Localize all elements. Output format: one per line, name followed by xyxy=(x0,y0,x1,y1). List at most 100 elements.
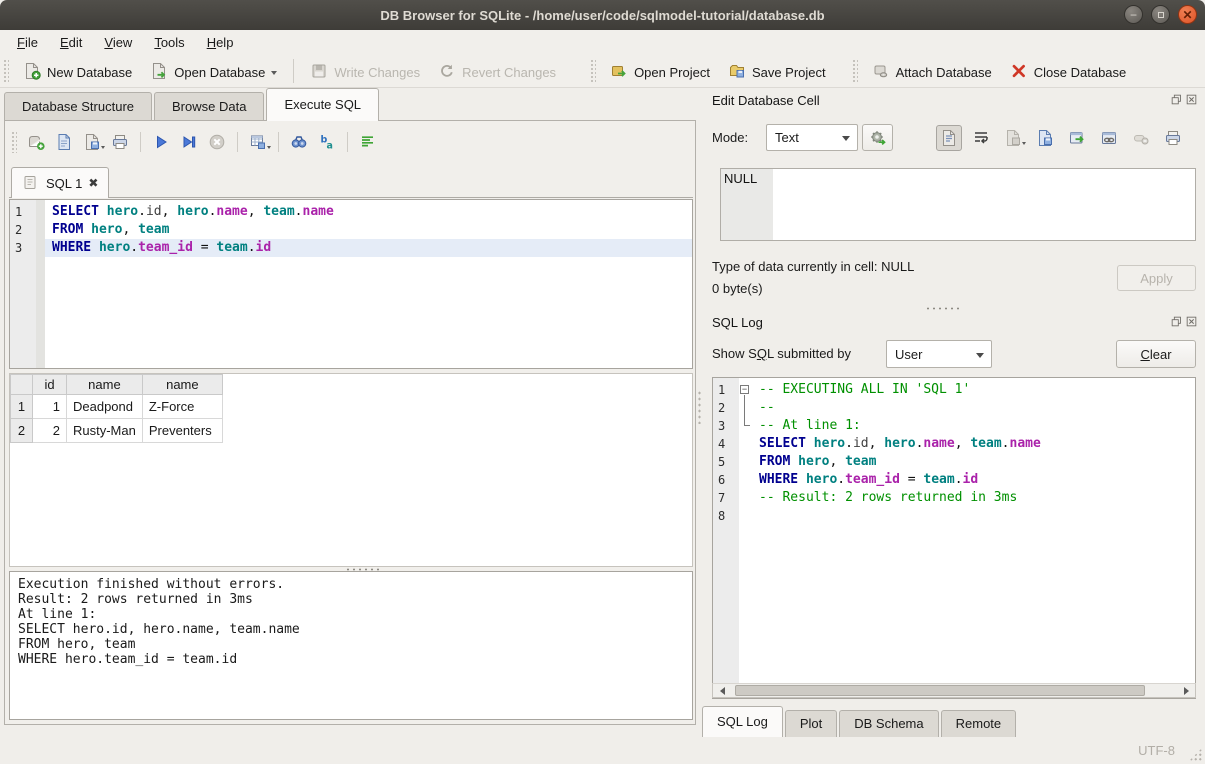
toolbar-drag-handle[interactable] xyxy=(11,131,17,153)
toolbar-drag-handle[interactable] xyxy=(852,59,858,83)
table-cell[interactable]: 1 xyxy=(33,395,67,419)
table-row[interactable]: 11DeadpondZ-Force xyxy=(11,395,223,419)
toolbar-drag-handle[interactable] xyxy=(3,59,9,83)
stop-gray-icon xyxy=(208,133,226,151)
mode-combobox[interactable]: Text xyxy=(766,124,858,151)
cell-size-info: 0 byte(s) xyxy=(712,281,763,296)
write-changes-button[interactable]: Write Changes xyxy=(301,57,429,85)
dock-tab-sql-log[interactable]: SQL Log xyxy=(702,706,783,737)
execute-all-button[interactable] xyxy=(148,129,174,155)
new-database-button[interactable]: New Database xyxy=(14,57,141,85)
minimize-button[interactable]: − xyxy=(1124,5,1143,24)
tab-execute-sql[interactable]: Execute SQL xyxy=(266,88,379,121)
export-window-icon xyxy=(1068,129,1086,147)
open-database-button[interactable]: Open Database xyxy=(141,57,286,85)
float-panel-icon[interactable] xyxy=(1170,93,1182,105)
table-cell[interactable]: Z-Force xyxy=(142,395,222,419)
menu-tools[interactable]: Tools xyxy=(143,32,195,53)
table-cell[interactable]: Preventers xyxy=(142,419,222,443)
close-panel-icon[interactable] xyxy=(1185,93,1197,105)
float-panel-icon[interactable] xyxy=(1170,315,1182,327)
close-tab-icon[interactable]: ✖ xyxy=(88,176,98,190)
corner-header[interactable] xyxy=(11,375,33,395)
submitted-by-value: User xyxy=(895,347,922,362)
attach-database-button[interactable]: Attach Database xyxy=(863,57,1001,85)
export-to-file-button[interactable] xyxy=(1032,125,1058,151)
open-in-external-button[interactable] xyxy=(1064,125,1090,151)
toolbar-drag-handle[interactable] xyxy=(590,59,596,83)
table-cell[interactable]: Deadpond xyxy=(67,395,143,419)
line-number: 2 xyxy=(10,221,36,239)
auto-format-button[interactable] xyxy=(355,129,381,155)
scrollbar-thumb[interactable] xyxy=(735,685,1145,696)
save-sql-file-button[interactable] xyxy=(79,129,105,155)
edit-cell-dock-buttons xyxy=(1170,93,1197,105)
dock-tab-db-schema[interactable]: DB Schema xyxy=(839,710,938,737)
new-sql-tab-button[interactable] xyxy=(23,129,49,155)
chevron-down-icon[interactable] xyxy=(1022,142,1026,147)
log-fold-margin[interactable]: − xyxy=(739,378,752,698)
find-replace-button[interactable]: ba xyxy=(314,129,340,155)
row-number[interactable]: 1 xyxy=(11,395,33,419)
close-database-button[interactable]: Close Database xyxy=(1001,57,1136,85)
dock-splitter-handle[interactable] xyxy=(925,306,959,311)
tab-database-structure[interactable]: Database Structure xyxy=(4,92,152,121)
titlebar[interactable]: DB Browser for SQLite - /home/user/code/… xyxy=(0,0,1205,30)
close-panel-icon[interactable] xyxy=(1185,315,1197,327)
menu-view[interactable]: View xyxy=(93,32,143,53)
menu-file[interactable]: File xyxy=(6,32,49,53)
save-project-button[interactable]: Save Project xyxy=(719,57,835,85)
maximize-button[interactable] xyxy=(1151,5,1170,24)
text-mode-button[interactable] xyxy=(936,125,962,151)
menu-help[interactable]: Help xyxy=(196,32,245,53)
scroll-left-icon[interactable] xyxy=(713,684,727,697)
table-cell[interactable]: 2 xyxy=(33,419,67,443)
close-db-icon xyxy=(1010,62,1028,80)
clear-log-button[interactable]: Clear xyxy=(1116,340,1196,368)
encoding-indicator[interactable]: UTF-8 xyxy=(1138,743,1175,758)
set-null-button[interactable] xyxy=(1128,125,1154,151)
chevron-down-icon[interactable] xyxy=(267,146,271,151)
sql-log-filter-label: Show SQL submitted by xyxy=(712,346,851,361)
resize-grip[interactable] xyxy=(1189,748,1202,761)
sql-log-view[interactable]: 12345678 − -- EXECUTING ALL IN 'SQL 1'--… xyxy=(712,377,1196,699)
column-header-name[interactable]: name xyxy=(67,375,143,395)
dock-tab-plot[interactable]: Plot xyxy=(785,710,837,737)
scroll-right-icon[interactable] xyxy=(1181,684,1195,697)
tab-browse-data[interactable]: Browse Data xyxy=(154,92,264,121)
fold-collapse-icon[interactable]: − xyxy=(740,385,749,394)
apply-button[interactable]: Apply xyxy=(1117,265,1196,291)
log-horizontal-scrollbar[interactable] xyxy=(712,683,1196,698)
dock-tab-remote[interactable]: Remote xyxy=(941,710,1017,737)
save-results-button[interactable] xyxy=(245,129,271,155)
toolbar-separator xyxy=(278,132,279,152)
word-wrap-button[interactable] xyxy=(968,125,994,151)
submitted-by-combobox[interactable]: User xyxy=(886,340,992,368)
column-header-name[interactable]: name xyxy=(142,375,222,395)
chevron-down-icon[interactable] xyxy=(101,146,105,151)
find-button[interactable] xyxy=(286,129,312,155)
cell-value-editor[interactable]: NULL xyxy=(720,168,1196,241)
copy-link-button[interactable] xyxy=(1096,125,1122,151)
table-row[interactable]: 22Rusty-ManPreventers xyxy=(11,419,223,443)
revert-changes-button[interactable]: Revert Changes xyxy=(429,57,565,85)
sql-editor[interactable]: 123 SELECT hero.id, hero.name, team.name… xyxy=(9,199,693,369)
auto-apply-button[interactable] xyxy=(862,124,893,151)
open-sql-file-button[interactable] xyxy=(51,129,77,155)
open-project-button[interactable]: Open Project xyxy=(601,57,719,85)
close-button[interactable]: ✕ xyxy=(1178,5,1197,24)
column-header-id[interactable]: id xyxy=(33,375,67,395)
execute-current-line-button[interactable] xyxy=(176,129,202,155)
print-cell-button[interactable] xyxy=(1160,125,1186,151)
print-sql-button[interactable] xyxy=(107,129,133,155)
row-number[interactable]: 2 xyxy=(11,419,33,443)
menu-edit[interactable]: Edit xyxy=(49,32,93,53)
sql-tab[interactable]: SQL 1 ✖ xyxy=(11,167,109,198)
chevron-down-icon[interactable] xyxy=(271,71,277,78)
attach-db-icon xyxy=(872,62,890,80)
stop-execution-button[interactable] xyxy=(204,129,230,155)
import-from-file-button[interactable] xyxy=(1000,125,1026,151)
toolbar-separator xyxy=(140,132,141,152)
editor-code-area[interactable]: SELECT hero.id, hero.name, team.nameFROM… xyxy=(45,200,692,368)
table-cell[interactable]: Rusty-Man xyxy=(67,419,143,443)
